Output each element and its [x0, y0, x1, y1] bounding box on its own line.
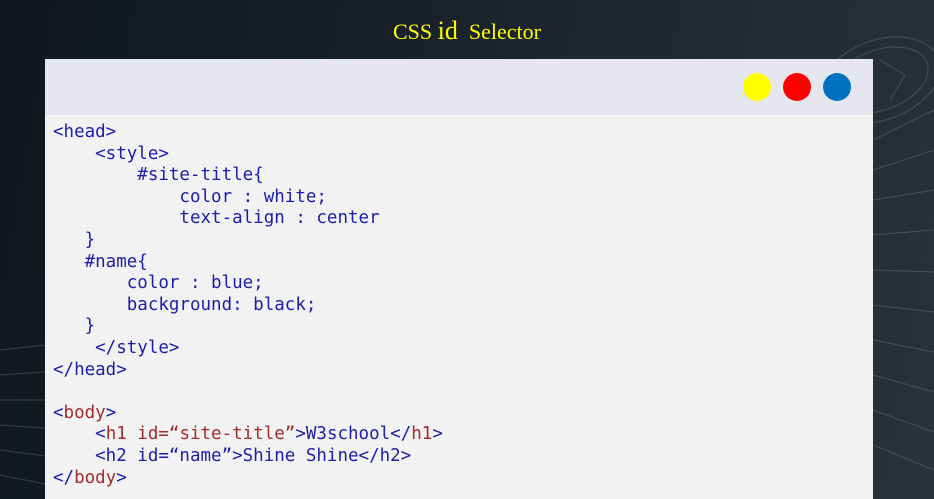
code-token: <style> — [53, 143, 169, 164]
code-token: <h2 id=“name”>Shine Shine</h2> — [53, 445, 412, 466]
code-line: <h2 id=“name”>Shine Shine</h2> — [53, 446, 443, 468]
code-token: background: black; — [53, 294, 317, 315]
code-line: color : white; — [53, 187, 443, 209]
code-token: > — [116, 467, 127, 488]
code-window: <head> <style> #site-title{ color : whit… — [45, 59, 873, 499]
code-line: <h1 id=“site-title”>W3school</h1> — [53, 424, 443, 446]
code-line: #name{ — [53, 252, 443, 274]
red-circle-button[interactable] — [783, 73, 811, 101]
code-line: <head> — [53, 122, 443, 144]
code-token-red: body — [74, 467, 117, 488]
code-token: #site-title{ — [53, 165, 264, 186]
code-token: <head> — [53, 122, 117, 142]
code-line: color : blue; — [53, 273, 443, 295]
code-line: text-align : center — [53, 208, 443, 230]
code-token: color : white; — [53, 186, 327, 207]
code-token: < — [53, 424, 106, 445]
code-token: </ — [53, 467, 75, 488]
code-line: <style> — [53, 144, 443, 166]
code-token-red: body — [63, 402, 106, 423]
code-line: } — [53, 230, 443, 252]
code-token: #name{ — [53, 251, 148, 272]
code-token: color : blue; — [53, 273, 264, 294]
title-suffix: Selector — [468, 19, 541, 44]
title-main: id — [437, 16, 458, 45]
code-line: <body> — [53, 403, 443, 425]
title-prefix: CSS — [393, 19, 433, 44]
code-token: </head> — [53, 359, 127, 380]
blue-circle-button[interactable] — [823, 73, 851, 101]
code-line: } — [53, 316, 443, 338]
code-line: </body> — [53, 468, 443, 490]
code-line: #site-title{ — [53, 165, 443, 187]
code-token: </style> — [53, 337, 180, 358]
code-token: > — [432, 424, 443, 445]
code-token-red: h1 id=“site-title” — [105, 424, 296, 445]
slide-title: CSS id Selector — [0, 16, 934, 46]
code-token: > — [105, 402, 117, 423]
code-line: </head> — [53, 360, 443, 382]
window-titlebar — [45, 59, 873, 115]
yellow-circle-button[interactable] — [743, 73, 771, 101]
code-token: >W3school</ — [295, 424, 412, 445]
code-token: < — [53, 402, 64, 423]
code-token: } — [53, 316, 96, 337]
code-line: </style> — [53, 338, 443, 360]
code-line: background: black; — [53, 295, 443, 317]
code-token: text-align : center — [53, 208, 380, 229]
code-block: <head> <style> #site-title{ color : whit… — [53, 122, 443, 489]
code-token: } — [53, 229, 96, 250]
code-token-red: h1 — [411, 424, 433, 445]
